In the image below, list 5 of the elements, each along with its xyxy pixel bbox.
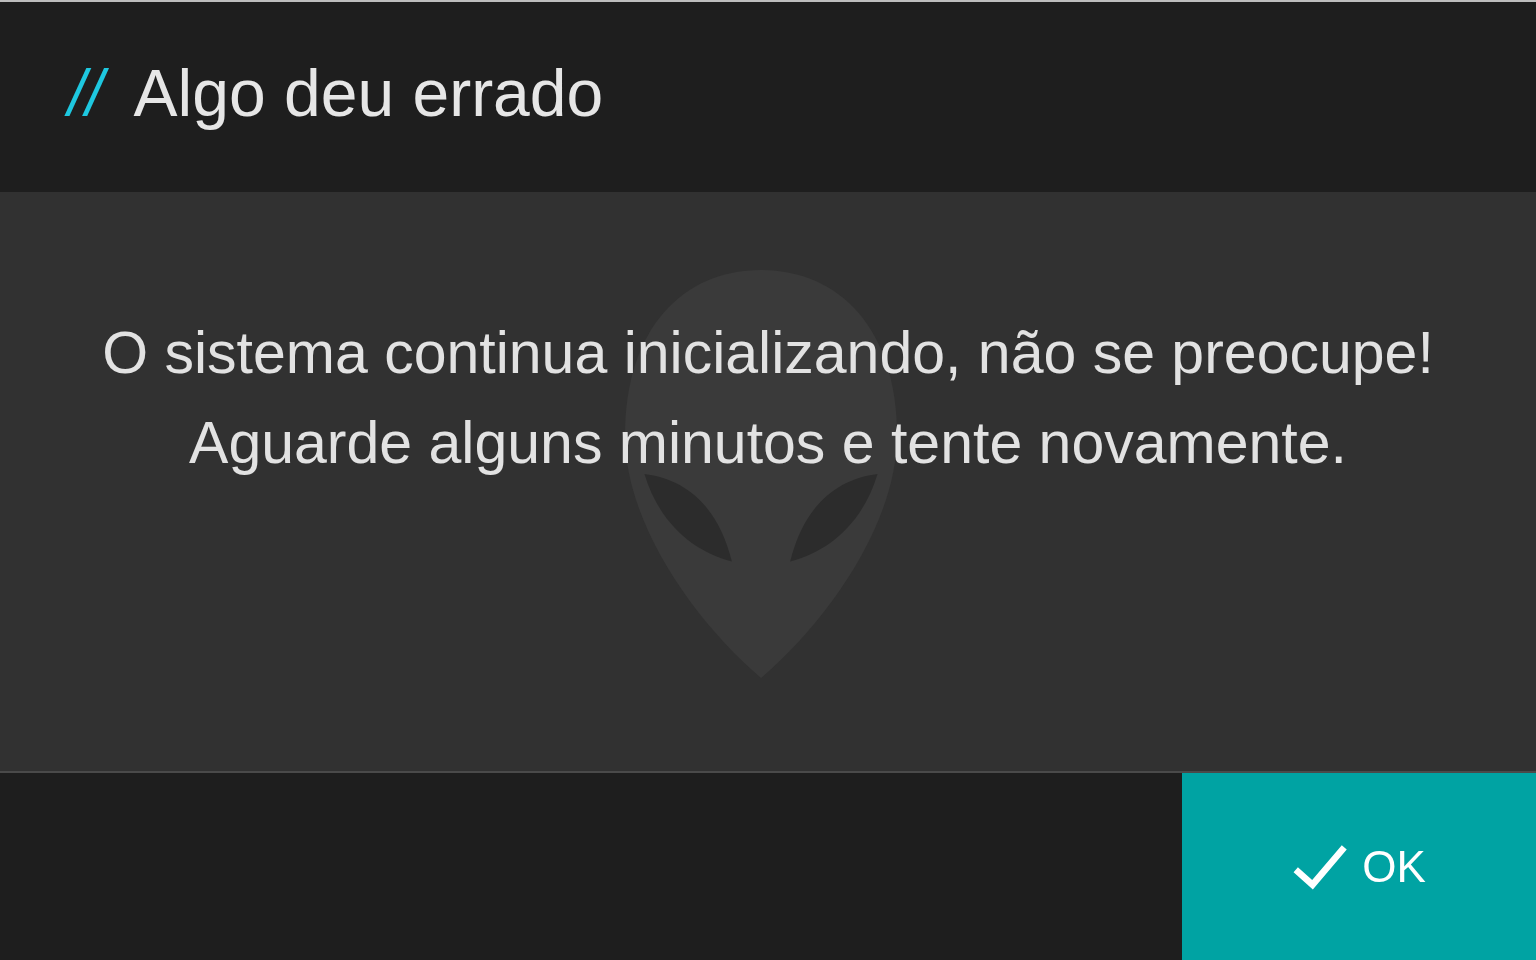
dialog-title: Algo deu errado xyxy=(133,55,604,131)
title-accent: // xyxy=(64,54,112,132)
message-text: O sistema continua inicializando, não se preocupe! xyxy=(102,319,1434,388)
message-text: Aguarde alguns minutos e tente novamente. xyxy=(188,409,1348,478)
ok-button[interactable]: OK xyxy=(1182,773,1536,960)
